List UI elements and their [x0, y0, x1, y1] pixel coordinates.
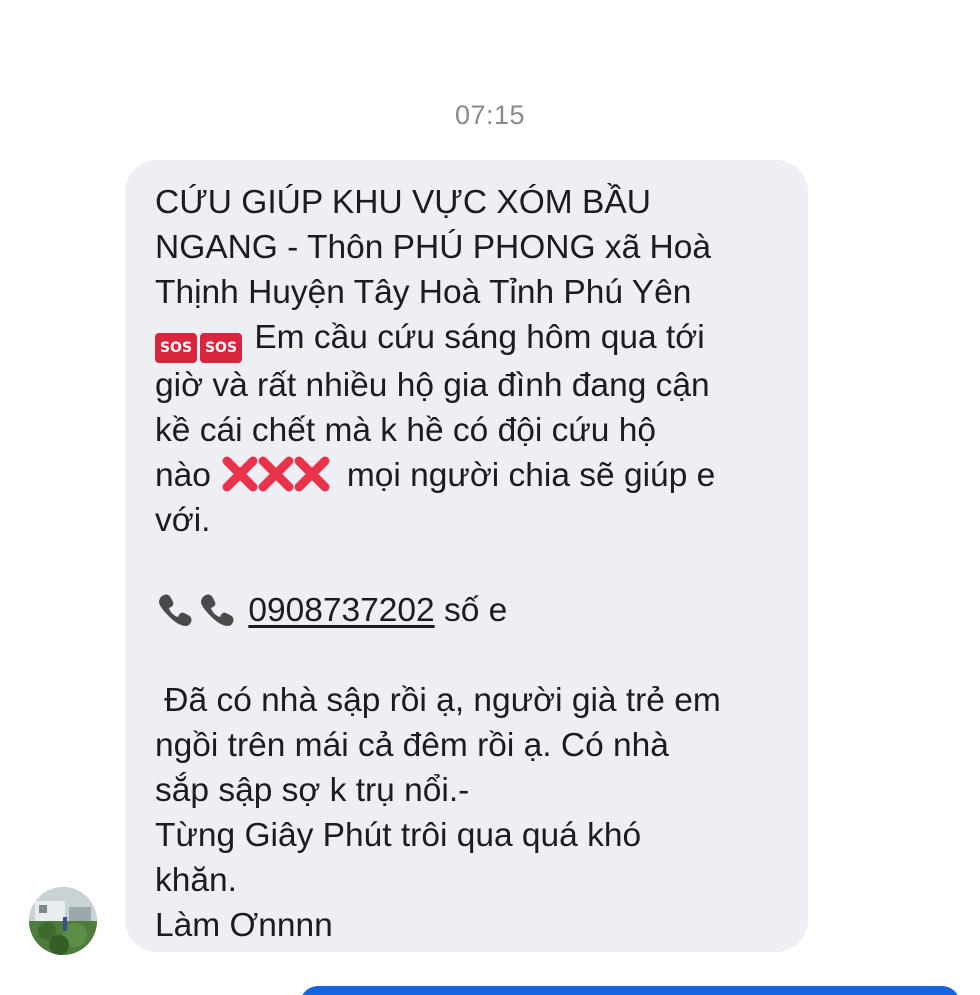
message-line-with-sos: SOS SOS Em cầu cứu sáng hôm qua tới — [155, 315, 788, 363]
message-line-with-phone: 0908737202 số e — [155, 588, 788, 633]
cross-mark-emoji-icon — [258, 456, 294, 492]
message-paragraph-3: Đã có nhà sập rồi ạ, người già trẻ em ng… — [155, 678, 788, 948]
composer-button-edge[interactable] — [300, 986, 960, 995]
sos-emoji-icon: SOS — [155, 333, 197, 363]
message-line: Thịnh Huyện Tây Hoà Tỉnh Phú Yên — [155, 274, 692, 311]
message-line: với. — [155, 502, 211, 539]
chat-screen: 07:15 CỨU GIÚP KHU VỰC XÓM BẦU NGANG - T… — [0, 0, 980, 995]
message-line: Từng Giây Phút trôi qua quá khó — [155, 817, 642, 854]
message-text: mọi người chia sẽ giúp e — [346, 457, 716, 494]
message-text: nào — [155, 457, 211, 494]
message-line: ngồi trên mái cả đêm rồi ạ. Có nhà — [155, 727, 669, 764]
message-line: Đã có nhà sập rồi ạ, người già trẻ em — [155, 682, 721, 719]
message-phone-paragraph: 0908737202 số e — [155, 588, 788, 633]
cross-mark-emoji-icon — [222, 456, 258, 492]
message-line-with-crosses: nào mọi người chia sẽ giúp e — [155, 453, 788, 498]
telephone-receiver-emoji-icon — [201, 594, 234, 626]
message-paragraph-1: CỨU GIÚP KHU VỰC XÓM BẦU NGANG - Thôn PH… — [155, 180, 788, 543]
message-text: số e — [443, 592, 508, 629]
phone-number-link[interactable]: 0908737202 — [248, 592, 434, 629]
telephone-receiver-emoji-icon — [159, 594, 192, 626]
sender-avatar[interactable] — [29, 887, 97, 955]
message-timestamp: 07:15 — [454, 100, 526, 130]
message-line: CỨU GIÚP KHU VỰC XÓM BẦU — [155, 184, 651, 221]
cross-mark-emoji-icon — [294, 456, 330, 492]
incoming-message-bubble[interactable]: CỨU GIÚP KHU VỰC XÓM BẦU NGANG - Thôn PH… — [125, 160, 808, 952]
message-text: Em cầu cứu sáng hôm qua tới — [254, 319, 705, 356]
message-line: khăn. — [155, 862, 237, 899]
message-line: sắp sập sợ k trụ nổi.- — [155, 772, 470, 809]
sos-emoji-icon: SOS — [200, 333, 242, 363]
message-line: NGANG - Thôn PHÚ PHONG xã Hoà — [155, 229, 712, 266]
avatar-photo-icon — [29, 887, 97, 955]
message-line: Làm Ơnnnn — [155, 907, 333, 944]
message-line: giờ và rất nhiều hộ gia đình đang cận — [155, 367, 710, 404]
message-line: kề cái chết mà k hề có đội cứu hộ — [155, 412, 656, 449]
